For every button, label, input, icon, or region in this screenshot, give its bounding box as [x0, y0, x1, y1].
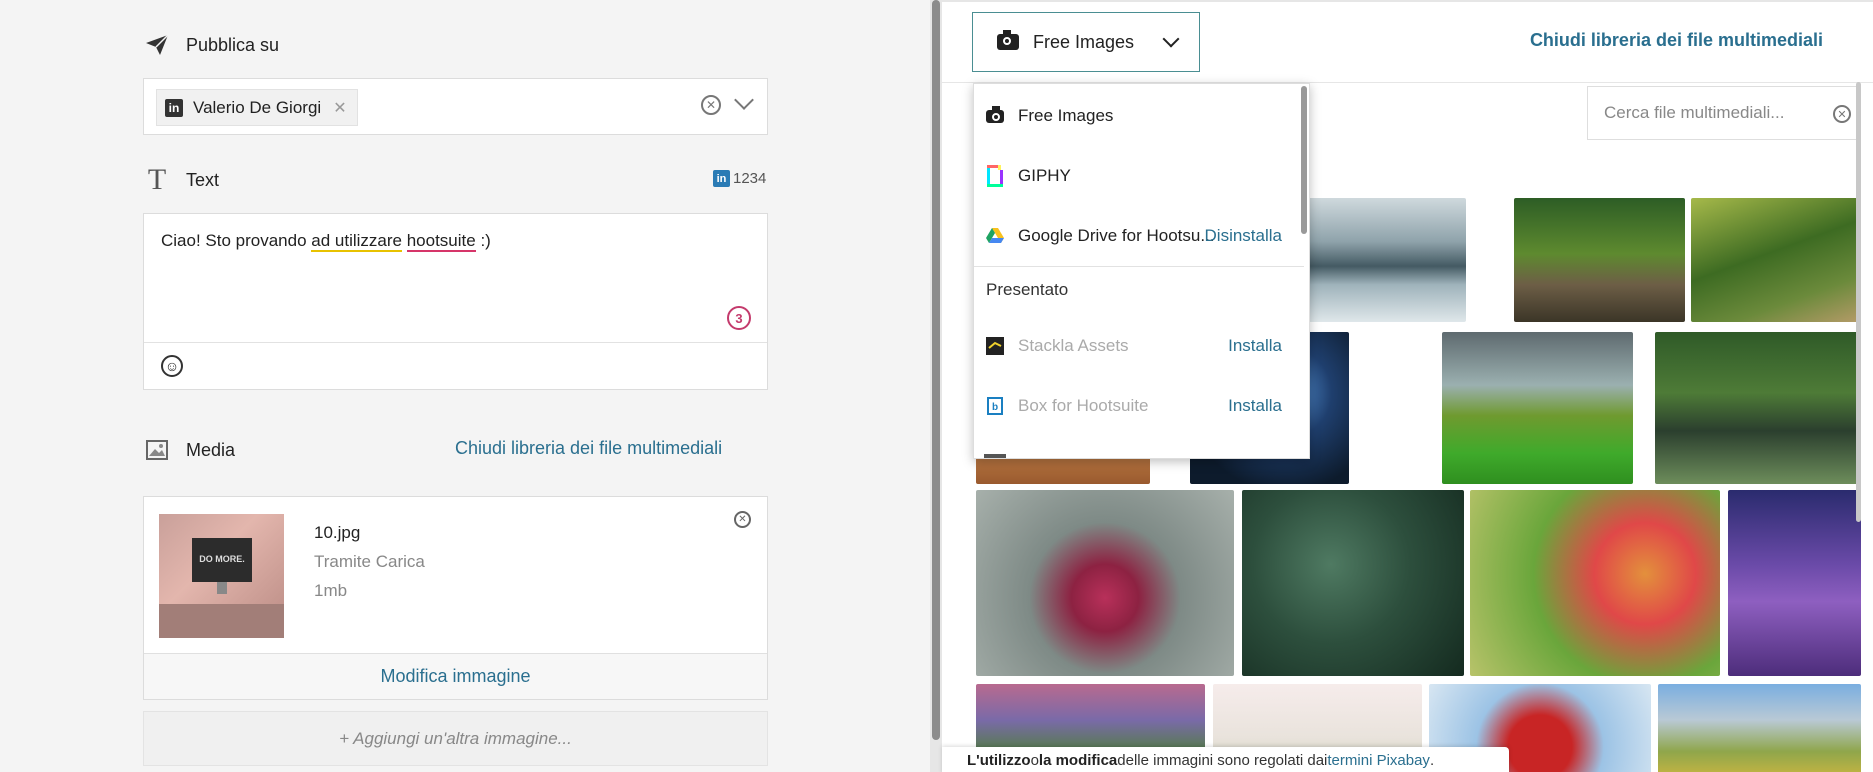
linkedin-icon: in	[713, 170, 730, 187]
dropdown-item-label: Stackla Assets	[1018, 336, 1129, 355]
media-source-value: Free Images	[1033, 31, 1135, 52]
counter-value: 1234	[733, 170, 767, 187]
image-icon	[142, 435, 172, 465]
close-media-library-link[interactable]: Chiudi libreria dei file multimediali	[1530, 30, 1823, 51]
footer-text-or: o	[1030, 752, 1039, 769]
install-link[interactable]: Installa	[1228, 396, 1282, 416]
svg-text:b: b	[992, 402, 998, 413]
footer-bold-modify: la modifica	[1038, 752, 1118, 769]
profile-chip[interactable]: in Valerio De Giorgi ✕	[156, 89, 358, 126]
box-icon: b	[984, 395, 1006, 417]
thumbnail-desk	[159, 604, 284, 638]
image-tile[interactable]	[1302, 198, 1466, 322]
image-tile[interactable]	[1728, 490, 1861, 676]
spelling-highlight[interactable]: hootsuite	[406, 231, 476, 252]
message-text-tail: :)	[475, 231, 491, 250]
image-tile[interactable]	[1655, 332, 1861, 484]
linkedin-icon: in	[165, 98, 183, 117]
close-media-library-link[interactable]: Chiudi libreria dei file multimediali	[455, 438, 722, 459]
media-label: Media	[186, 439, 236, 460]
message-text-space	[402, 231, 407, 250]
dropdown-item-label: GIPHY	[1018, 166, 1071, 185]
dropdown-item-label: Free Images	[1018, 106, 1114, 125]
clear-search-icon[interactable]: ✕	[1833, 105, 1851, 123]
uninstall-link[interactable]: Disinstalla	[1205, 226, 1282, 246]
image-tile[interactable]	[1691, 198, 1861, 322]
emoji-icon[interactable]: ☺	[161, 355, 183, 377]
panel-scrollbar[interactable]	[930, 0, 942, 772]
image-tile[interactable]	[1470, 490, 1720, 676]
library-scrollbar[interactable]	[1856, 82, 1861, 522]
image-tile[interactable]	[1442, 332, 1633, 484]
panel-scrollbar-thumb[interactable]	[932, 0, 940, 740]
media-source-dropdown: Free Images GIPHY Google Drive for Hoots…	[973, 83, 1310, 459]
attachment-thumbnail[interactable]: DO MORE.	[159, 514, 284, 638]
media-source-select[interactable]: Free Images	[972, 12, 1200, 72]
message-editor[interactable]: Ciao! Sto provando ad utilizzare hootsui…	[143, 213, 768, 390]
google-drive-icon	[984, 225, 1006, 247]
footer-text: delle immagini sono regolati dai	[1117, 752, 1328, 769]
camera-icon	[997, 30, 1019, 50]
giphy-icon	[984, 165, 1006, 187]
thumbnail-screen-text: DO MORE.	[192, 538, 252, 582]
camera-icon	[984, 105, 1006, 127]
composer-panel: Pubblica su in Valerio De Giorgi ✕ ✕ T T…	[0, 0, 930, 772]
footer-bold-usage: L'utilizzo	[967, 752, 1031, 769]
dropdown-divider	[974, 266, 1304, 267]
remove-attachment-icon[interactable]: ✕	[734, 511, 751, 528]
chevron-down-icon[interactable]	[734, 90, 754, 110]
stackla-icon	[984, 335, 1006, 357]
add-another-image-button[interactable]: + Aggiungi un'altra immagine...	[143, 711, 768, 766]
file-name: 10.jpg	[314, 523, 361, 542]
grammar-highlight[interactable]: ad utilizzare	[311, 231, 402, 252]
pixabay-terms-note: L'utilizzo o la modifica delle immagini …	[942, 747, 1509, 772]
media-section-header: Media	[142, 435, 235, 465]
dropdown-item-label: Box for Hootsuite	[1018, 396, 1149, 415]
dropdown-item-google-drive[interactable]: Google Drive for Hootsu... Disinstalla	[974, 211, 1304, 261]
text-label: Text	[186, 169, 220, 190]
profile-name: Valerio De Giorgi	[193, 97, 322, 117]
message-text[interactable]: Ciao! Sto provando ad utilizzare hootsui…	[161, 231, 491, 252]
media-search-input[interactable]: Cerca file multimediali... ✕	[1587, 86, 1860, 140]
pixabay-terms-link[interactable]: termini Pixabay	[1327, 752, 1430, 769]
text-section-header: T Text	[142, 163, 220, 196]
message-text-plain: Ciao! Sto provando	[161, 231, 312, 250]
error-count-badge[interactable]: 3	[727, 306, 751, 330]
dropdown-item-stackla: Stackla Assets Installa	[974, 321, 1304, 371]
dropdown-item-box: b Box for Hootsuite Installa	[974, 381, 1304, 431]
file-source: Tramite Carica	[314, 552, 425, 571]
text-icon: T	[147, 163, 167, 196]
media-library-panel: Free Images Chiudi libreria dei file mul…	[942, 0, 1873, 772]
publish-section-header: Pubblica su	[142, 30, 279, 60]
search-placeholder: Cerca file multimediali...	[1604, 103, 1785, 122]
remove-profile-icon[interactable]: ✕	[333, 98, 346, 118]
paper-plane-icon	[142, 30, 172, 60]
editor-divider	[144, 342, 767, 343]
chevron-down-icon	[1162, 30, 1180, 48]
character-counter: in 1234	[713, 170, 766, 187]
dropdown-item-giphy[interactable]: GIPHY	[974, 151, 1304, 201]
dropdown-item-label: Google Drive for Hootsu...	[1018, 226, 1215, 245]
install-link[interactable]: Installa	[1228, 336, 1282, 356]
clear-profiles-icon[interactable]: ✕	[701, 95, 721, 115]
profile-selector[interactable]: in Valerio De Giorgi ✕ ✕	[143, 78, 768, 135]
image-tile[interactable]	[1658, 684, 1861, 772]
image-tile[interactable]	[1514, 198, 1685, 322]
file-size: 1mb	[314, 581, 348, 600]
publish-label: Pubblica su	[186, 34, 280, 55]
image-tile[interactable]	[976, 490, 1234, 676]
dropdown-scrollbar[interactable]	[1301, 86, 1307, 234]
featured-section-label: Presentato	[986, 280, 1069, 299]
dropdown-item-free-images[interactable]: Free Images	[974, 91, 1304, 141]
image-tile[interactable]	[1242, 490, 1464, 676]
footer-end: .	[1429, 752, 1435, 769]
thumbnail-monitor-stand	[217, 582, 227, 594]
edit-image-button[interactable]: Modifica immagine	[144, 653, 767, 699]
dropdown-next-item-icon	[984, 454, 1006, 458]
media-attachment: DO MORE. 10.jpg Tramite Carica 1mb ✕ Mod…	[143, 496, 768, 700]
